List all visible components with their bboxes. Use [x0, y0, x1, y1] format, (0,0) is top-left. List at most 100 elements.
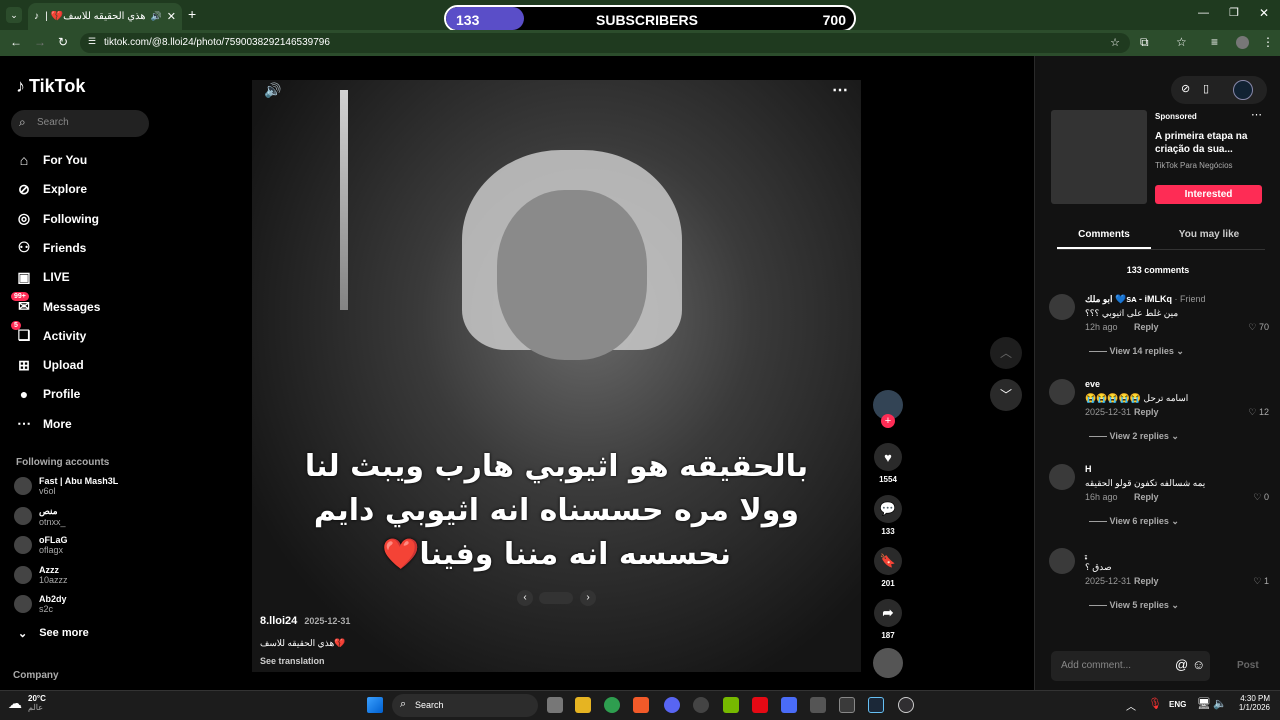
tab-list-button[interactable]: ⌄: [6, 7, 22, 23]
bookmarks-icon[interactable]: ☆: [1176, 35, 1187, 49]
nvidia-icon[interactable]: [723, 697, 739, 713]
following-account[interactable]: Fast | Abu Mash3L v6ol: [14, 476, 118, 496]
app-icon[interactable]: [693, 697, 709, 713]
xbox-icon[interactable]: [839, 697, 855, 713]
maximize-button[interactable]: ❐: [1229, 6, 1239, 19]
tab-you-may-like[interactable]: You may like: [1153, 229, 1265, 249]
prev-photo-button[interactable]: ‹: [517, 590, 533, 606]
netflix-icon[interactable]: [752, 697, 768, 713]
view-replies-button[interactable]: —— View 6 replies ⌄: [1089, 516, 1179, 527]
tiktok-logo[interactable]: ♪ TikTok: [16, 76, 85, 97]
view-replies-button[interactable]: —— View 14 replies ⌄: [1089, 346, 1184, 357]
volume-icon[interactable]: 🔊: [264, 82, 281, 99]
volume-icon[interactable]: 🔈: [1213, 697, 1227, 710]
ad-title[interactable]: A primeira etapa na criação da sua...: [1155, 130, 1261, 156]
post-comment-button[interactable]: Post: [1237, 660, 1259, 671]
sidebar-item-for-you[interactable]: ⌂ For You: [15, 151, 87, 169]
reply-button[interactable]: Reply: [1134, 322, 1159, 332]
reply-button[interactable]: Reply: [1134, 576, 1159, 586]
like-action[interactable]: ♥ 1554: [873, 443, 903, 484]
comment-author[interactable]: ابو ملك 💙sᴀ - iMLKq · Friend: [1085, 294, 1206, 305]
reload-icon[interactable]: ↻: [58, 35, 68, 49]
sidebar-item-explore[interactable]: ⊘ Explore: [15, 180, 87, 198]
tab-close-icon[interactable]: ✕: [167, 10, 176, 23]
view-replies-button[interactable]: —— View 5 replies ⌄: [1089, 600, 1179, 611]
comment-like[interactable]: ♡ 1: [1253, 576, 1269, 587]
ad-thumbnail[interactable]: [1051, 110, 1147, 204]
forward-icon[interactable]: →: [34, 35, 46, 49]
comment-like[interactable]: ♡ 70: [1248, 322, 1269, 333]
sidebar-item-more[interactable]: ⋯ More: [15, 415, 72, 433]
bookmark-star-icon[interactable]: ☆: [1110, 36, 1120, 49]
start-icon[interactable]: [367, 697, 383, 713]
save-action[interactable]: 🔖 201: [873, 547, 903, 588]
comment-like[interactable]: ♡ 0: [1253, 492, 1269, 503]
avatar[interactable]: [1049, 294, 1075, 320]
scroll-down-button[interactable]: ﹀: [990, 379, 1022, 411]
microphone-icon[interactable]: 🎙: [1148, 697, 1162, 710]
comment-input[interactable]: Add comment... @ ☺: [1051, 651, 1210, 681]
user-avatar-icon[interactable]: [1233, 80, 1253, 100]
sidebar-item-friends[interactable]: ⚇ Friends: [15, 239, 87, 257]
interested-button[interactable]: Interested: [1155, 185, 1262, 204]
avatar[interactable]: [1049, 548, 1075, 574]
profile-avatar-icon[interactable]: [1236, 36, 1249, 49]
obs-icon[interactable]: [898, 697, 914, 713]
emoji-icon[interactable]: ☺: [1192, 657, 1205, 672]
clock[interactable]: 4:30 PM 1/1/2026: [1232, 694, 1270, 712]
minimize-button[interactable]: —: [1198, 7, 1209, 19]
follow-plus-icon[interactable]: +: [881, 414, 895, 428]
tab-comments[interactable]: Comments: [1057, 229, 1151, 249]
see-more-button[interactable]: ⌄ See more: [18, 627, 89, 640]
sidebar-item-profile[interactable]: ● Profile: [15, 385, 81, 403]
following-account[interactable]: Ab2dy s2c: [14, 594, 67, 614]
window-close-button[interactable]: ✕: [1259, 6, 1269, 20]
search-box[interactable]: ⌕ Search: [11, 110, 149, 137]
taskbar-search[interactable]: ⌕ Search: [392, 694, 538, 717]
following-account[interactable]: Azzz 10azzz: [14, 565, 68, 585]
reply-button[interactable]: Reply: [1134, 407, 1159, 417]
avatar[interactable]: [1049, 464, 1075, 490]
sidebar-item-messages[interactable]: ✉ 99+ Messages: [11, 291, 100, 316]
tray-chevron-icon[interactable]: ︿: [1126, 698, 1136, 713]
browser-tab[interactable]: ♪ هذي الحقيقه للاسف💔 | تيك 🔊 ✕: [28, 3, 182, 30]
comment-author[interactable]: eve: [1085, 379, 1100, 389]
language-indicator[interactable]: ENG: [1169, 700, 1186, 709]
sidebar-item-following[interactable]: ◎ Following: [15, 210, 99, 228]
sidebar-item-activity[interactable]: ❏ 5 Activity: [11, 320, 86, 345]
brave-icon[interactable]: [633, 697, 649, 713]
avatar[interactable]: [1049, 379, 1075, 405]
network-icon[interactable]: 🖥: [1197, 697, 1211, 710]
company-link[interactable]: Company: [13, 670, 59, 681]
more-options-icon[interactable]: ⋯: [832, 80, 848, 100]
photo-post-viewer[interactable]: 🔊 ⋯ بالحقيقه هو اثيوبي هارب ويبث لنا وول…: [252, 80, 861, 672]
comment-author[interactable]: ـ۪ٜ: [1085, 548, 1087, 559]
discord-icon[interactable]: [664, 697, 680, 713]
see-translation-link[interactable]: See translation: [260, 656, 325, 666]
sidebar-item-upload[interactable]: ⊞ Upload: [15, 356, 84, 374]
url-field[interactable]: ☰ tiktok.com/@8.lloi24/photo/75900382921…: [80, 33, 1130, 53]
task-view-icon[interactable]: [547, 697, 563, 713]
sound-disc-icon[interactable]: [873, 648, 903, 678]
media-icon[interactable]: ≡: [1211, 35, 1218, 49]
comment-author[interactable]: H: [1085, 464, 1092, 474]
reply-button[interactable]: Reply: [1134, 492, 1159, 502]
sidebar-item-live[interactable]: ▣ LIVE: [15, 268, 69, 286]
speaker-icon[interactable]: 🔊: [151, 11, 162, 22]
scroll-up-button[interactable]: ︿: [990, 337, 1022, 369]
next-photo-button[interactable]: ›: [580, 590, 596, 606]
share-action[interactable]: ➦ 187: [873, 599, 903, 640]
new-tab-button[interactable]: +: [188, 6, 196, 22]
chrome-icon[interactable]: [604, 697, 620, 713]
comment-like[interactable]: ♡ 12: [1248, 407, 1269, 418]
site-info-icon[interactable]: ☰: [88, 36, 96, 47]
author-handle[interactable]: 8.lloi24: [260, 615, 297, 627]
file-explorer-icon[interactable]: [575, 697, 591, 713]
app-icon[interactable]: [781, 697, 797, 713]
compass-icon[interactable]: ⊘: [1181, 82, 1190, 95]
phone-icon[interactable]: ▯: [1203, 82, 1209, 95]
steam-icon[interactable]: [868, 697, 884, 713]
comment-action[interactable]: 💬 133: [873, 495, 903, 536]
extensions-icon[interactable]: ⧉: [1140, 35, 1149, 50]
weather-widget[interactable]: ☁ 20°C عالم: [8, 694, 46, 712]
